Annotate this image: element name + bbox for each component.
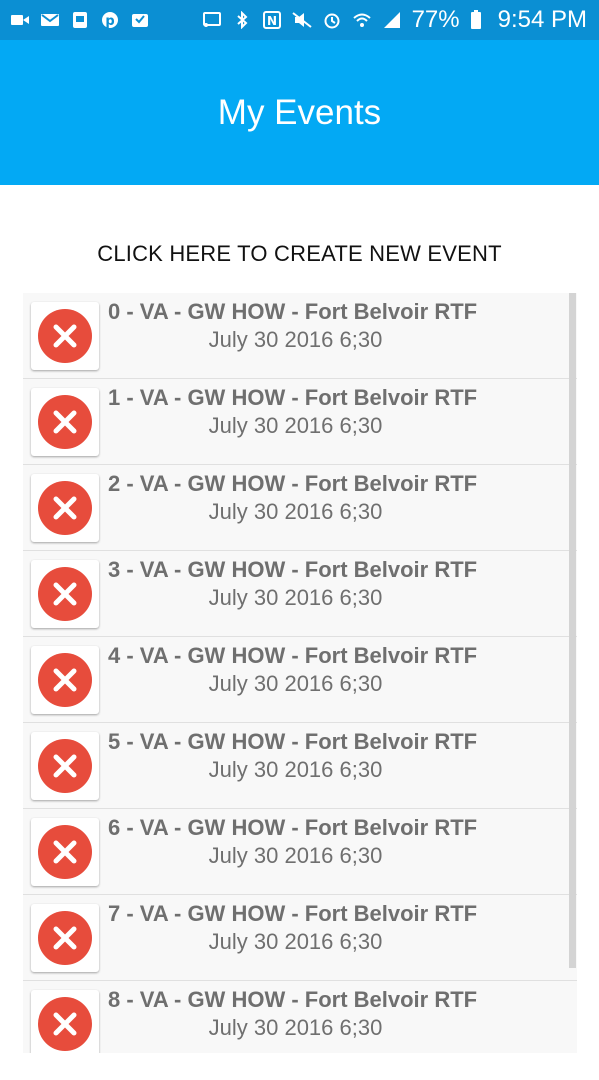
event-date: July 30 2016 6;30 bbox=[208, 929, 383, 954]
event-list-item[interactable]: 8 - VA - GW HOW - Fort Belvoir RTF July … bbox=[23, 981, 577, 1053]
bluetooth-icon bbox=[236, 11, 248, 29]
scrollbar[interactable] bbox=[569, 293, 576, 968]
delete-event-button[interactable] bbox=[31, 560, 99, 628]
event-list-item[interactable]: 0 - VA - GW HOW - Fort Belvoir RTF July … bbox=[23, 293, 577, 379]
event-date: July 30 2016 6;30 bbox=[208, 1015, 383, 1040]
svg-text:N: N bbox=[267, 14, 277, 28]
event-title: 2 - VA - GW HOW - Fort Belvoir RTF bbox=[108, 471, 478, 496]
event-title: 6 - VA - GW HOW - Fort Belvoir RTF bbox=[108, 815, 478, 840]
create-event-button[interactable]: CLICK HERE TO CREATE NEW EVENT bbox=[0, 236, 599, 272]
delete-event-button[interactable] bbox=[31, 904, 99, 972]
delete-event-button[interactable] bbox=[31, 990, 99, 1053]
delete-event-button[interactable] bbox=[31, 732, 99, 800]
alarm-icon bbox=[324, 13, 340, 29]
wifi-icon bbox=[352, 13, 371, 27]
event-title: 1 - VA - GW HOW - Fort Belvoir RTF bbox=[108, 385, 478, 410]
delete-event-button[interactable] bbox=[31, 388, 99, 456]
battery-level: 77% bbox=[411, 6, 460, 33]
battery-icon bbox=[470, 10, 481, 29]
clock: 9:54 PM bbox=[497, 6, 587, 33]
status-system: N 77% 9:54 PM bbox=[202, 6, 587, 34]
close-circle-icon bbox=[38, 997, 92, 1051]
event-list-item[interactable]: 2 - VA - GW HOW - Fort Belvoir RTF July … bbox=[23, 465, 577, 551]
delete-event-button[interactable] bbox=[31, 818, 99, 886]
event-list-item[interactable]: 4 - VA - GW HOW - Fort Belvoir RTF July … bbox=[23, 637, 577, 723]
event-list-item[interactable]: 6 - VA - GW HOW - Fort Belvoir RTF July … bbox=[23, 809, 577, 895]
event-date: July 30 2016 6;30 bbox=[208, 585, 383, 610]
event-date: July 30 2016 6;30 bbox=[208, 757, 383, 782]
event-list-item[interactable]: 7 - VA - GW HOW - Fort Belvoir RTF July … bbox=[23, 895, 577, 981]
clipboard-icon bbox=[73, 12, 87, 28]
close-circle-icon bbox=[38, 739, 92, 793]
event-title: 7 - VA - GW HOW - Fort Belvoir RTF bbox=[108, 901, 478, 926]
event-date: July 30 2016 6;30 bbox=[208, 671, 383, 696]
close-circle-icon bbox=[38, 395, 92, 449]
close-circle-icon bbox=[38, 825, 92, 879]
delete-event-button[interactable] bbox=[31, 474, 99, 542]
event-list[interactable]: 0 - VA - GW HOW - Fort Belvoir RTF July … bbox=[23, 293, 577, 1053]
delete-event-button[interactable] bbox=[31, 646, 99, 714]
close-circle-icon bbox=[38, 567, 92, 621]
event-date: July 30 2016 6;30 bbox=[208, 327, 383, 352]
inbox-icon bbox=[132, 14, 148, 27]
event-title: 5 - VA - GW HOW - Fort Belvoir RTF bbox=[108, 729, 478, 754]
svg-text:p: p bbox=[105, 14, 114, 29]
event-title: 8 - VA - GW HOW - Fort Belvoir RTF bbox=[108, 987, 478, 1012]
close-circle-icon bbox=[38, 653, 92, 707]
mail-icon bbox=[41, 14, 59, 26]
app-bar: My Events bbox=[0, 40, 599, 185]
event-title: 4 - VA - GW HOW - Fort Belvoir RTF bbox=[108, 643, 478, 668]
nfc-icon: N bbox=[262, 11, 281, 29]
event-date: July 30 2016 6;30 bbox=[208, 499, 383, 524]
close-circle-icon bbox=[38, 309, 92, 363]
event-date: July 30 2016 6;30 bbox=[208, 843, 383, 868]
page-title: My Events bbox=[217, 92, 382, 132]
close-circle-icon bbox=[38, 481, 92, 535]
mute-icon bbox=[291, 12, 312, 28]
event-title: 3 - VA - GW HOW - Fort Belvoir RTF bbox=[108, 557, 478, 582]
event-date: July 30 2016 6;30 bbox=[208, 413, 383, 438]
cast-icon bbox=[202, 12, 221, 27]
event-title: 0 - VA - GW HOW - Fort Belvoir RTF bbox=[108, 299, 478, 324]
status-notifications: p bbox=[10, 11, 150, 29]
video-icon bbox=[11, 15, 29, 25]
event-list-item[interactable]: 1 - VA - GW HOW - Fort Belvoir RTF July … bbox=[23, 379, 577, 465]
delete-event-button[interactable] bbox=[31, 302, 99, 370]
event-list-item[interactable]: 3 - VA - GW HOW - Fort Belvoir RTF July … bbox=[23, 551, 577, 637]
close-circle-icon bbox=[38, 911, 92, 965]
pinterest-icon: p bbox=[102, 12, 118, 29]
signal-icon bbox=[383, 12, 400, 28]
status-bar: p N 77% 9:54 PM bbox=[0, 0, 599, 40]
event-list-item[interactable]: 5 - VA - GW HOW - Fort Belvoir RTF July … bbox=[23, 723, 577, 809]
